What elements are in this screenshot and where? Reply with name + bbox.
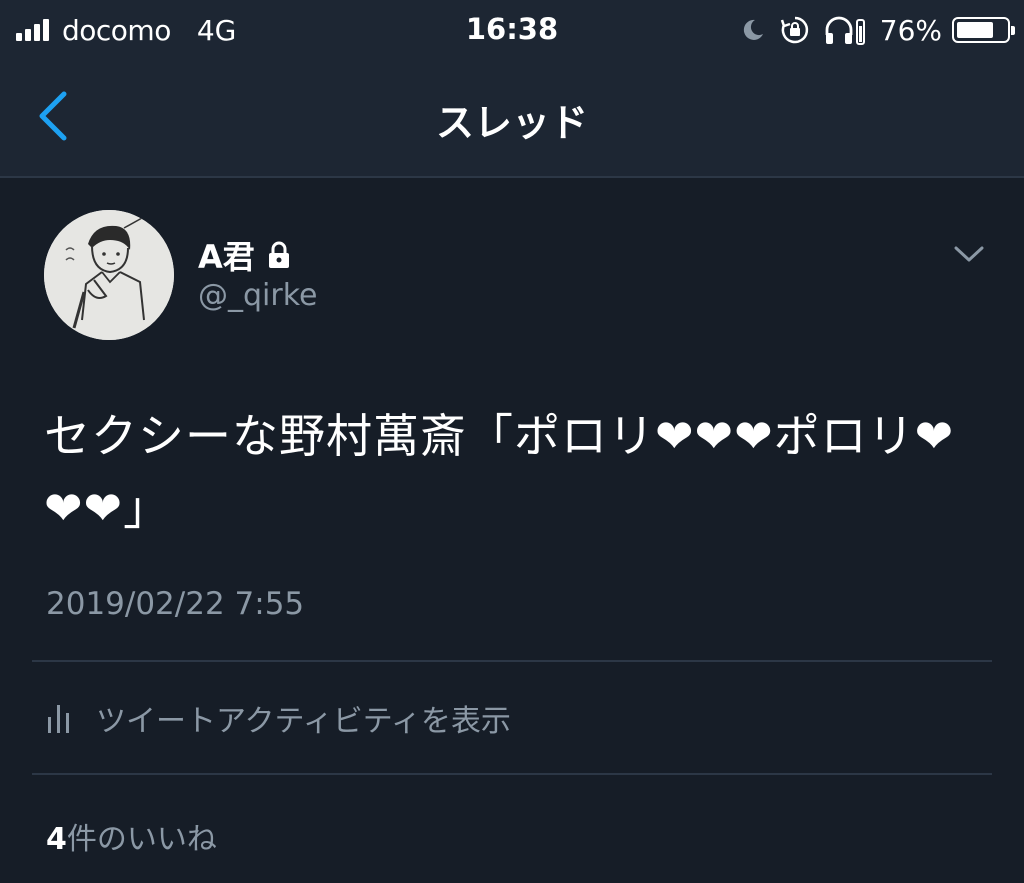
divider [32, 773, 992, 775]
lock-icon [268, 241, 289, 268]
rotation-lock-icon [780, 15, 810, 45]
bar-chart-icon [48, 705, 69, 733]
nav-bar: スレッド [0, 62, 1024, 178]
battery-icon [952, 17, 1015, 43]
headphones-icon [824, 15, 866, 45]
tweet-text: セクシーな野村萬斎「ポロリ❤❤❤ポロリ❤❤❤」 [44, 409, 955, 535]
avatar-illustration [44, 210, 174, 340]
chevron-down-icon [954, 246, 984, 262]
tweet-activity-link[interactable]: ツイートアクティビティを表示 [46, 696, 511, 740]
username[interactable]: @_qirke [198, 278, 317, 313]
battery-percentage: 76% [879, 13, 942, 47]
tweet-timestamp: 2019/02/22 7:55 [46, 586, 305, 622]
page-title: スレッド [435, 101, 588, 145]
status-bar-right: 76% [740, 12, 1015, 48]
battery-fill [957, 22, 993, 38]
divider [32, 660, 992, 662]
likes-count-link[interactable]: 4件のいいね [46, 814, 217, 858]
moon-icon [740, 17, 766, 43]
display-name[interactable]: A君 [198, 232, 291, 278]
tweet-options-button[interactable] [952, 240, 986, 268]
display-name-text: A君 [198, 238, 255, 276]
tweet-detail: A君 @_qirke セクシーな野村萬斎「ポロリ❤❤❤ポロリ❤❤❤」 2019/… [0, 178, 1024, 883]
tweet-activity-label: ツイートアクティビティを表示 [96, 704, 511, 739]
likes-label: 件のいいね [66, 822, 217, 857]
status-bar: docomo 4G 16:38 76% [0, 0, 1024, 62]
avatar[interactable] [44, 210, 174, 340]
likes-count: 4 [46, 822, 67, 857]
